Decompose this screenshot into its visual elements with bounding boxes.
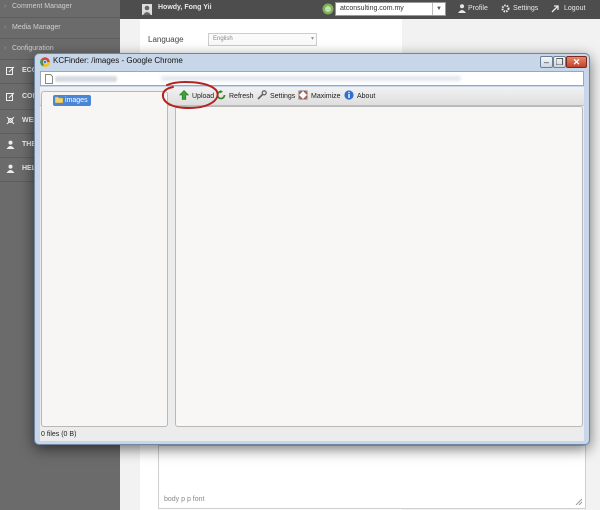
edit-icon (6, 92, 15, 101)
editor-path: body p p font (164, 496, 205, 503)
refresh-button[interactable]: Refresh (216, 90, 254, 103)
profile-link[interactable]: Profile (468, 5, 488, 12)
about-button[interactable]: About (344, 90, 375, 103)
address-bar[interactable] (40, 71, 584, 86)
settings-link[interactable]: Settings (513, 5, 538, 12)
minimize-button[interactable]: – (540, 56, 553, 68)
sidebar-item-comment-manager[interactable]: Comment Manager (0, 0, 120, 18)
user-icon (6, 140, 15, 149)
widget-icon (6, 116, 15, 125)
avatar-icon (142, 4, 152, 15)
about-label: About (357, 93, 376, 100)
refresh-label: Refresh (229, 93, 254, 100)
kcfinder-window: KCFinder: /images - Google Chrome – ❐ ✕ … (34, 53, 590, 445)
edit-icon (6, 66, 15, 75)
rich-text-editor[interactable]: body p p font (158, 445, 586, 509)
resize-grip-icon[interactable] (575, 498, 582, 505)
gear-icon (501, 4, 510, 13)
settings-label: Settings (270, 93, 296, 100)
user-greeting[interactable]: Howdy, Fong Yii (158, 4, 212, 11)
status-bar: 0 files (0 B) (41, 429, 583, 440)
site-select-value: atconsulting.com.my (340, 5, 404, 12)
files-pane[interactable] (175, 106, 583, 427)
file-count-status: 0 files (0 B) (41, 431, 77, 438)
chevron-down-icon: ▼ (432, 3, 445, 15)
sidebar-item-media-manager[interactable]: Media Manager (0, 17, 120, 39)
tree-folder-images[interactable]: images (53, 95, 91, 106)
window-titlebar[interactable]: KCFinder: /images - Google Chrome – ❐ ✕ (35, 54, 589, 70)
maximize-icon (298, 90, 308, 100)
logout-icon (551, 5, 559, 13)
user-icon (458, 4, 466, 13)
logout-link[interactable]: Logout (564, 5, 585, 12)
folder-tree: images (41, 91, 168, 427)
blurred-url (55, 76, 117, 82)
close-button[interactable]: ✕ (566, 56, 587, 68)
sidebar-item-label: Comment Manager (12, 3, 72, 10)
settings-button[interactable]: Settings (257, 90, 295, 103)
cms-topbar: Howdy, Fong Yii atconsulting.com.my ▼ Pr… (120, 0, 600, 19)
tree-folder-label: images (65, 97, 88, 104)
maximize-button[interactable]: Maximize (298, 90, 341, 103)
sidebar-item-label: Media Manager (12, 24, 61, 31)
language-select[interactable]: English ▾ (208, 33, 317, 46)
window-title: KCFinder: /images - Google Chrome (53, 56, 183, 65)
wrench-icon (257, 90, 267, 100)
restore-button[interactable]: ❐ (553, 56, 566, 68)
user-icon (6, 164, 15, 173)
chrome-icon (40, 57, 50, 67)
info-icon (344, 90, 354, 100)
language-label: Language (148, 35, 184, 44)
globe-icon (322, 3, 334, 15)
site-select[interactable]: atconsulting.com.my ▼ (335, 2, 446, 16)
language-select-value: English (213, 36, 233, 42)
page-icon (45, 74, 53, 84)
maximize-label: Maximize (311, 93, 341, 100)
folder-icon (54, 96, 64, 104)
annotation-circle (161, 81, 219, 110)
chevron-down-icon: ▾ (310, 36, 314, 42)
sidebar-item-label: Configuration (12, 45, 54, 52)
